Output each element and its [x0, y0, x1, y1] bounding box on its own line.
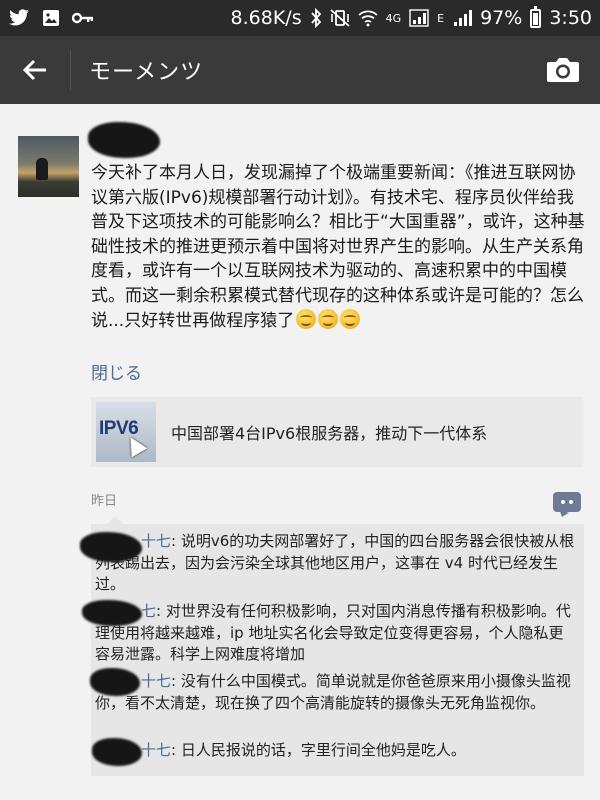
- redacted-username: [88, 122, 160, 158]
- key-icon: [72, 12, 93, 24]
- smile-emoji: [340, 308, 361, 329]
- avatar[interactable]: [18, 136, 79, 197]
- comment-item[interactable]: 十七: 日人民报说的话，字里行间全他妈是吃人。: [95, 740, 575, 762]
- moment-post: 今天补了本月人日，发现漏掉了个极端重要新闻：《推进互联网协议第六版(IPv6)规…: [0, 104, 600, 800]
- gallery-icon: [43, 10, 59, 26]
- network-e-label: E: [437, 11, 445, 25]
- comment-item[interactable]: 十七: 说明v6的功夫网部署好了，中国的四台服务器会很快被从根列表踢出去，因为会…: [95, 531, 575, 596]
- battery-icon: [530, 5, 542, 28]
- camera-button[interactable]: [546, 56, 580, 84]
- link-title: 中国部署4台IPv6根服务器，推动下一代体系: [171, 424, 488, 443]
- app-bar-divider: [70, 50, 71, 90]
- wifi-icon: [357, 10, 378, 27]
- status-bar: 8.68K/s 4G E 97% 3:50: [0, 0, 600, 36]
- signal-icon: [409, 9, 429, 27]
- signal-icon-2: [454, 10, 473, 26]
- battery-percent: 97%: [480, 7, 523, 29]
- back-arrow-icon: [22, 59, 46, 81]
- smile-emoji: [318, 308, 339, 329]
- redaction-mark: [92, 738, 142, 766]
- collapse-link[interactable]: 閉じる: [91, 359, 142, 384]
- post-text: 今天补了本月人日，发现漏掉了个极端重要新闻：《推进互联网协议第六版(IPv6)规…: [91, 163, 585, 331]
- page-title: モーメンツ: [89, 60, 204, 85]
- smile-emoji: [296, 308, 317, 329]
- comments-section: 十七: 说明v6的功夫网部署好了，中国的四台服务器会很快被从根列表踢出去，因为会…: [91, 516, 584, 776]
- twitter-icon: [9, 9, 29, 26]
- vibrate-mute-icon: [330, 9, 350, 27]
- shared-link-card[interactable]: IPV6 中国部署4台IPv6根服务器，推动下一代体系: [91, 397, 583, 467]
- comment-button[interactable]: [553, 492, 581, 512]
- bluetooth-icon: [310, 8, 321, 28]
- clock: 3:50: [549, 7, 592, 29]
- comment-dot-icon: [561, 500, 565, 504]
- comment-item[interactable]: 十七: 没有什么中国模式。简单说就是你爸爸原来用小摄像头监视你，看不太清楚，现在…: [95, 671, 575, 714]
- app-bar: モーメンツ: [0, 36, 600, 104]
- redaction-mark: [80, 532, 142, 562]
- camera-icon: [547, 58, 579, 82]
- comment-item[interactable]: 七: 对世界没有任何积极影响，只对国内消息传播有积极影响。代理使用将越来越难，i…: [95, 601, 575, 666]
- redaction-mark: [82, 600, 142, 626]
- comment-dot-icon: [569, 500, 573, 504]
- network-4g-label: 4G: [385, 11, 402, 25]
- redaction-mark: [90, 668, 140, 696]
- link-thumbnail: IPV6: [96, 402, 156, 462]
- back-button[interactable]: [0, 36, 70, 104]
- network-speed: 8.68K/s: [230, 7, 302, 29]
- avatar-silhouette: [36, 158, 48, 180]
- post-time: 昨日: [91, 494, 118, 509]
